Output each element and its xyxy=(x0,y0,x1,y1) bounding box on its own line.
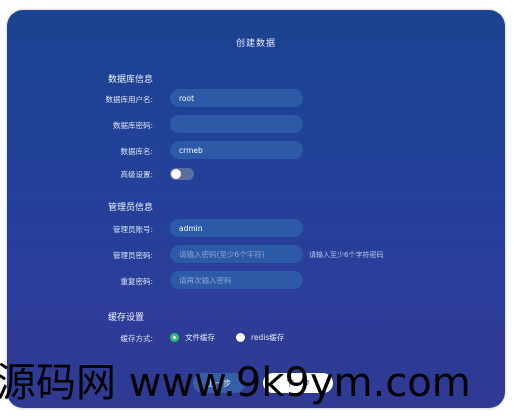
db-password-label: 数据库密码: xyxy=(112,121,153,130)
radio-redis-cache-label: redis缓存 xyxy=(251,333,285,342)
install-panel: 创建数据 数据库信息 数据库用户名: 数据库密码: 数据库名: 高级设置: 管理… xyxy=(7,10,505,408)
database-section-heading: 数据库信息 xyxy=(108,75,154,85)
advanced-settings-toggle[interactable] xyxy=(170,168,194,180)
radio-redis-cache[interactable]: redis缓存 xyxy=(236,332,284,343)
cache-mode-label: 缓存方式: xyxy=(120,334,153,343)
admin-account-label: 管理员账号: xyxy=(112,225,153,234)
radio-file-cache[interactable]: 文件缓存 xyxy=(170,332,215,343)
toggle-knob xyxy=(171,169,181,179)
admin-account-input[interactable] xyxy=(170,219,303,237)
admin-password-label: 管理员密码: xyxy=(112,251,153,260)
db-username-label: 数据库用户名: xyxy=(105,95,153,104)
db-username-input[interactable] xyxy=(170,89,303,107)
admin-password-hint: 请输入至少6个字符密码 xyxy=(309,251,384,259)
radio-checked-icon xyxy=(170,333,179,342)
advanced-settings-label: 高级设置: xyxy=(120,170,153,179)
db-name-input[interactable] xyxy=(170,141,303,159)
cache-section-heading: 缓存设置 xyxy=(108,313,145,323)
confirm-password-label: 重复密码: xyxy=(120,277,153,286)
radio-file-cache-label: 文件缓存 xyxy=(185,333,215,342)
confirm-password-input[interactable] xyxy=(170,271,303,289)
watermark-overlay: 源码网 www.9k9ym.com xyxy=(0,360,471,406)
db-name-label: 数据库名: xyxy=(120,147,153,156)
panel-title: 创建数据 xyxy=(235,39,276,49)
admin-password-input[interactable] xyxy=(170,245,303,263)
db-password-input[interactable] xyxy=(170,115,303,133)
admin-section-heading: 管理员信息 xyxy=(108,203,154,213)
radio-unchecked-icon xyxy=(236,333,245,342)
